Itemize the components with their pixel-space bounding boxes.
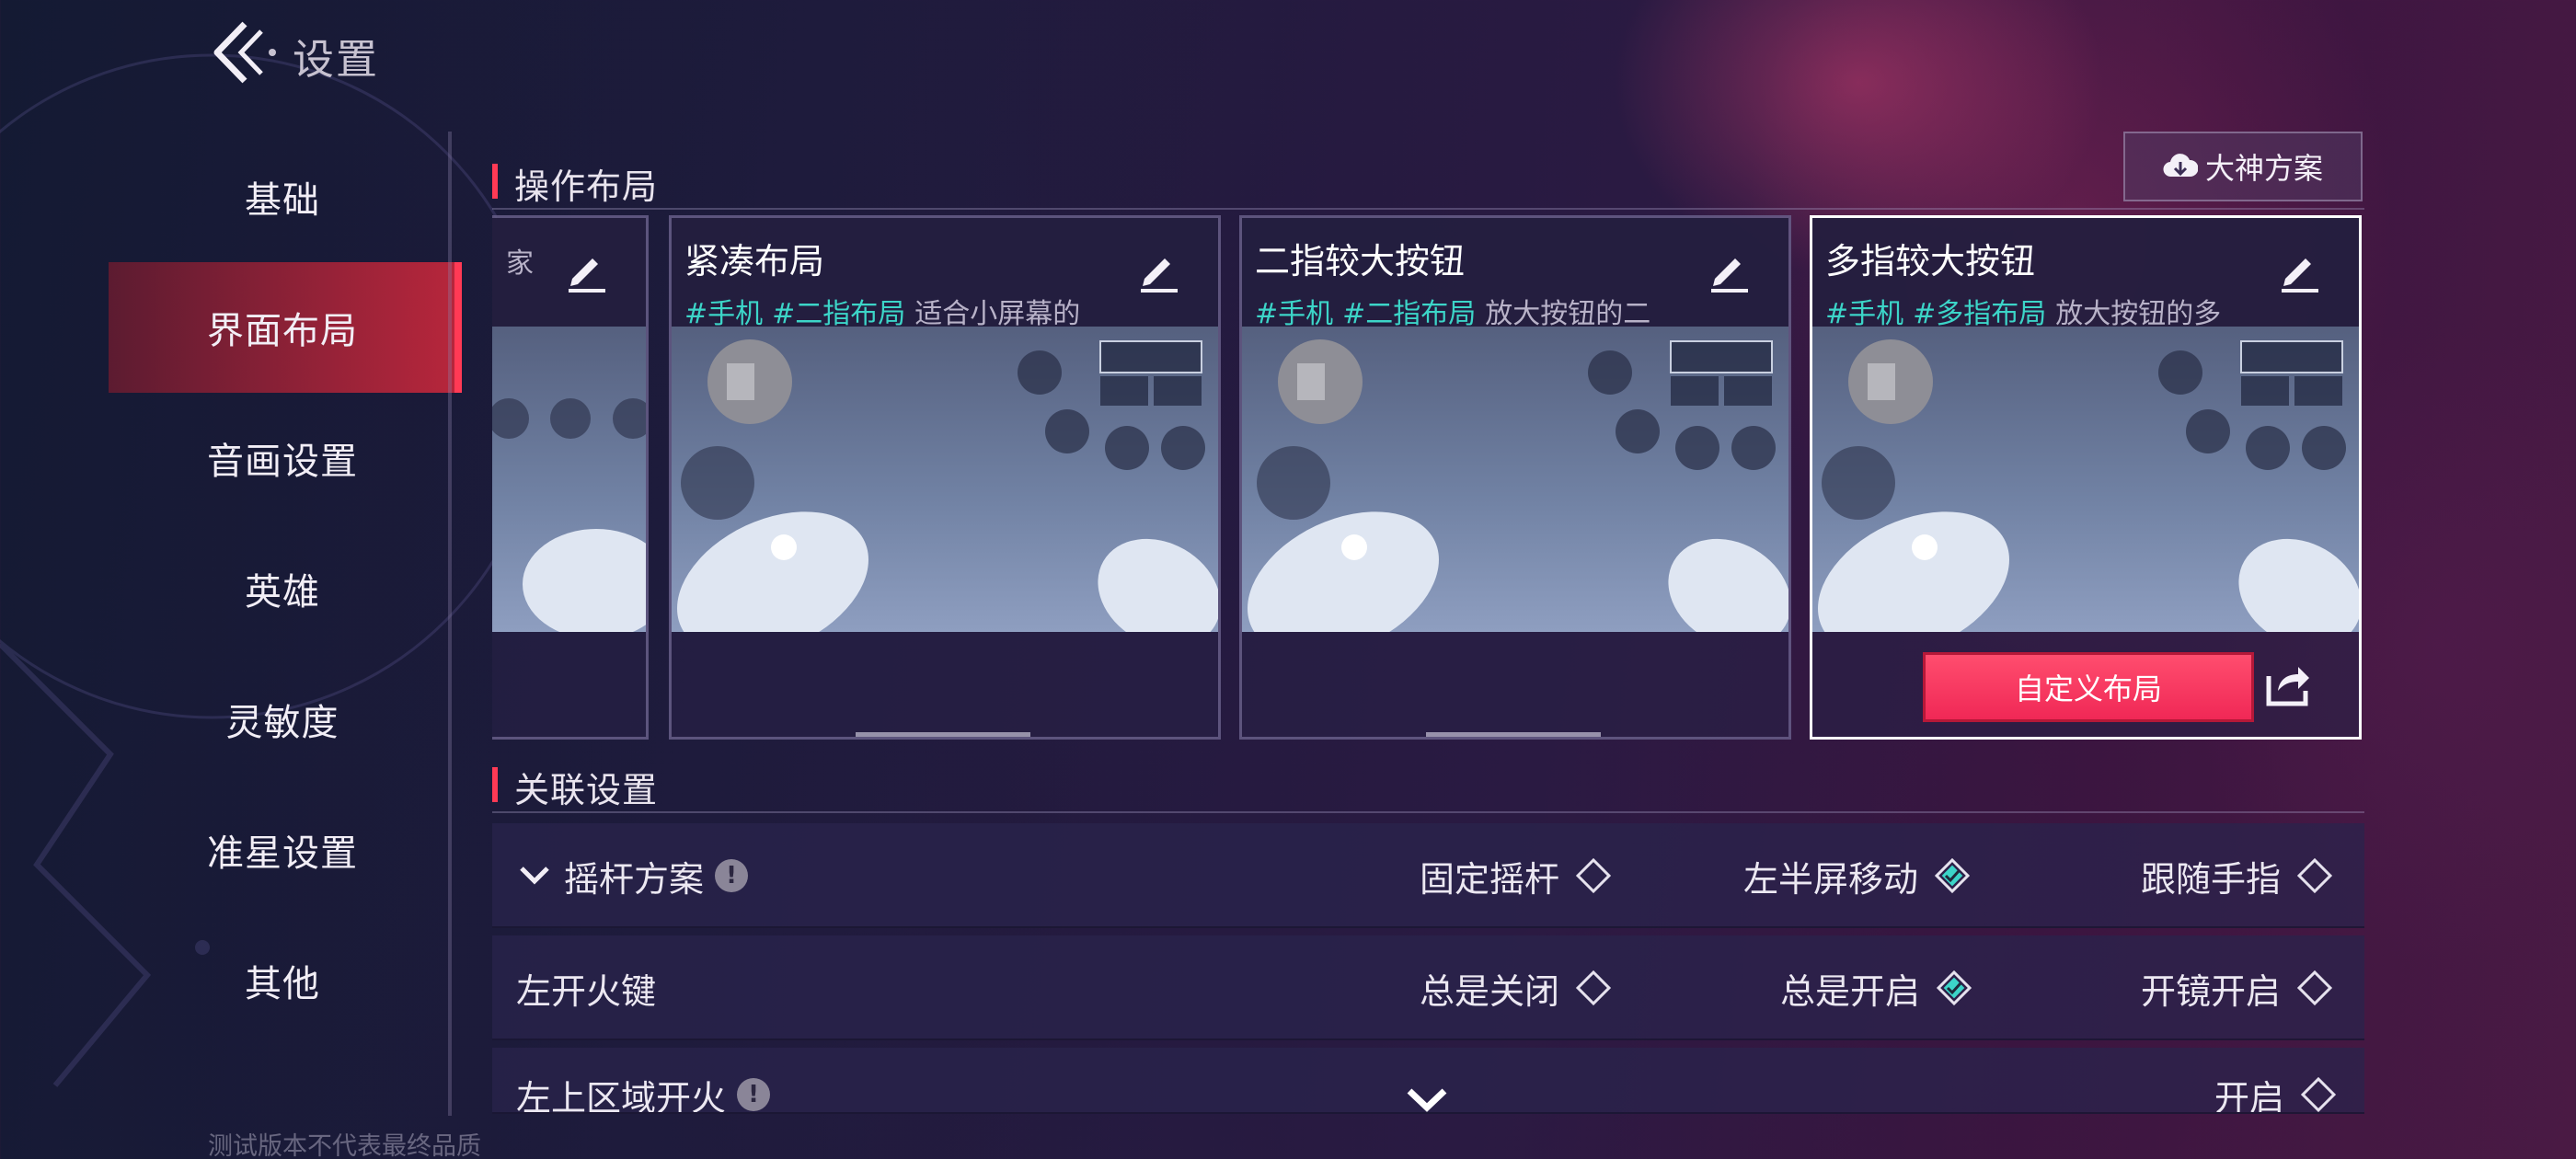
card-tag: #手机	[1825, 298, 1904, 330]
card-tag: #手机	[684, 298, 764, 330]
section-divider	[492, 208, 2364, 210]
scroll-indicator	[856, 732, 1030, 737]
sidebar-item-other[interactable]: 其他	[109, 915, 456, 1046]
diamond-radio-selected-icon	[1936, 970, 1972, 1006]
sidebar-item-label: 灵敏度	[225, 702, 339, 744]
scroll-down-icon[interactable]	[1404, 1084, 1450, 1117]
setting-label: 左开火键	[516, 970, 657, 1012]
custom-layout-button[interactable]: 自定义布局	[1923, 652, 2254, 722]
diamond-radio-icon	[2300, 1076, 2337, 1112]
watermark-text: 测试版本不代表最终品质	[208, 1132, 481, 1159]
sidebar-divider	[448, 132, 452, 1116]
cloud-download-icon	[2163, 154, 2198, 178]
card-tag: #二指布局	[772, 298, 906, 330]
option-enable[interactable]: 开启	[2214, 1048, 2338, 1114]
option-label: 开启	[2214, 1077, 2285, 1114]
option-label: 固定摇杆	[1420, 858, 1560, 900]
card-description: 家	[506, 247, 534, 280]
setting-label: 左上区域开火	[516, 1077, 727, 1114]
sidebar-item-basic[interactable]: 基础	[109, 132, 456, 262]
option-always-on[interactable]: 总是开启	[1780, 935, 1973, 1040]
option-fixed-joystick[interactable]: 固定摇杆	[1420, 823, 1613, 928]
option-always-off[interactable]: 总是关闭	[1420, 935, 1613, 1040]
option-label: 左半屏移动	[1743, 858, 1919, 900]
layout-card-selected[interactable]: 多指较大按钮 #手机 #多指布局 放大按钮的多 自定义布局	[1810, 215, 2362, 740]
sidebar-item-label: 基础	[245, 179, 320, 222]
edit-icon[interactable]	[1706, 246, 1754, 293]
layout-preview	[1812, 327, 2359, 632]
sidebar-item-audio-video[interactable]: 音画设置	[109, 393, 456, 523]
scroll-indicator	[1426, 732, 1601, 737]
option-label: 跟随手指	[2141, 858, 2282, 900]
layout-preview	[1242, 327, 1788, 632]
option-scope-on[interactable]: 开镜开启	[2141, 935, 2334, 1040]
sidebar-item-ui-layout[interactable]: 界面布局	[109, 262, 462, 393]
sidebar-item-label: 英雄	[245, 571, 320, 614]
option-left-half-move[interactable]: 左半屏移动	[1743, 823, 1972, 928]
option-label: 开镜开启	[2141, 970, 2282, 1012]
sidebar-item-crosshair[interactable]: 准星设置	[109, 785, 456, 915]
edit-icon[interactable]	[563, 246, 611, 293]
setting-row-joystick: 摇杆方案 ! 固定摇杆 左半屏移动 跟随手指	[492, 823, 2364, 928]
option-follow-finger[interactable]: 跟随手指	[2141, 823, 2334, 928]
card-description: 放大按钮的多	[2055, 298, 2221, 330]
master-layout-label: 大神方案	[2204, 151, 2323, 186]
info-icon[interactable]: !	[715, 859, 749, 892]
option-label: 总是开启	[1780, 970, 1921, 1012]
section-title-related: 关联设置	[492, 762, 658, 812]
diamond-radio-icon	[2296, 857, 2333, 894]
sidebar-item-hero[interactable]: 英雄	[109, 523, 456, 654]
edit-icon[interactable]	[2276, 246, 2324, 293]
diamond-radio-icon	[1575, 970, 1612, 1006]
chevron-down-icon[interactable]	[516, 857, 553, 894]
back-button[interactable]	[204, 18, 280, 86]
edit-icon[interactable]	[1135, 246, 1183, 293]
option-label: 总是关闭	[1420, 970, 1560, 1012]
card-description: 适合小屏幕的	[914, 298, 1080, 330]
sidebar-item-label: 音画设置	[207, 441, 358, 483]
section-divider	[492, 811, 2364, 813]
layout-preview	[492, 327, 646, 632]
sidebar-item-label: 界面布局	[207, 310, 358, 352]
diamond-radio-icon	[1575, 857, 1612, 894]
card-tag: #二指布局	[1342, 298, 1477, 330]
diamond-radio-icon	[2296, 970, 2333, 1006]
layout-card[interactable]: 二指较大按钮 #手机 #二指布局 放大按钮的二	[1239, 215, 1791, 740]
info-icon[interactable]: !	[737, 1078, 771, 1111]
setting-row-left-fire: 左开火键 总是关闭 总是开启 开镜开启	[492, 935, 2364, 1040]
card-description: 放大按钮的二	[1485, 298, 1650, 330]
diamond-radio-selected-icon	[1934, 857, 1971, 894]
layout-cards-carousel[interactable]: 家 紧凑布局 #手机 #二指布局 适合小屏幕的 二指较大按钮 #手机 #二指布局…	[492, 213, 2364, 743]
back-arrow-icon	[213, 21, 276, 84]
sidebar-item-label: 其他	[245, 963, 320, 1005]
layout-preview	[672, 327, 1218, 632]
layout-card[interactable]: 家	[492, 215, 649, 740]
card-tag: #多指布局	[1913, 298, 2047, 330]
sidebar-item-sensitivity[interactable]: 灵敏度	[109, 654, 456, 785]
setting-label: 摇杆方案	[564, 858, 705, 900]
card-tag: #手机	[1255, 298, 1334, 330]
section-title-layout: 操作布局	[492, 158, 658, 209]
page-title: 设置	[293, 35, 380, 84]
sidebar: 基础 界面布局 音画设置 英雄 灵敏度 准星设置 其他	[109, 132, 462, 1046]
share-icon[interactable]	[2263, 660, 2313, 709]
layout-card[interactable]: 紧凑布局 #手机 #二指布局 适合小屏幕的	[669, 215, 1221, 740]
sidebar-item-label: 准星设置	[207, 832, 358, 875]
master-layout-button[interactable]: 大神方案	[2123, 132, 2363, 201]
